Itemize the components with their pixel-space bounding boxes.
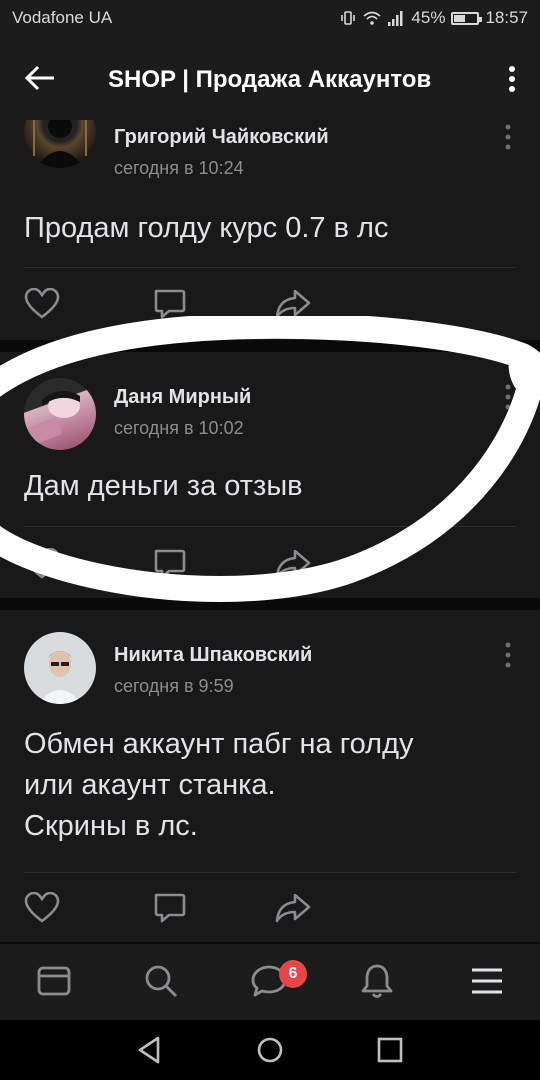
signal-icon bbox=[388, 11, 403, 26]
post-time: сегодня в 10:02 bbox=[114, 418, 244, 438]
status-bar: Vodafone UA 45% 18:57 bbox=[0, 0, 540, 36]
post-time: сегодня в 9:59 bbox=[114, 676, 234, 696]
comment-icon[interactable] bbox=[152, 548, 188, 580]
news-icon[interactable] bbox=[35, 962, 73, 1000]
post-author[interactable]: Григорий Чайковский bbox=[114, 126, 329, 149]
menu-icon[interactable] bbox=[468, 962, 506, 1000]
like-heart-icon[interactable] bbox=[24, 892, 60, 924]
post-text-line: или акаунт станка. bbox=[24, 769, 276, 801]
home-circle-icon[interactable] bbox=[254, 1034, 286, 1066]
post-text: Дам деньги за отзыв bbox=[24, 470, 303, 502]
post-text: Продам голду курс 0.7 в лс bbox=[24, 212, 389, 244]
post-card: Даня Мирный сегодня в 10:02 Дам деньги з… bbox=[0, 352, 540, 598]
wifi-icon bbox=[363, 11, 381, 25]
avatar-photo bbox=[28, 390, 80, 444]
share-icon[interactable] bbox=[275, 892, 311, 924]
avatar[interactable] bbox=[24, 632, 96, 704]
back-triangle-icon[interactable] bbox=[134, 1034, 166, 1066]
avatar-photo bbox=[38, 651, 82, 704]
avatar-silhouette bbox=[33, 120, 87, 168]
avatar[interactable] bbox=[24, 378, 96, 450]
post-author[interactable]: Даня Мирный bbox=[114, 386, 251, 409]
post-divider bbox=[24, 267, 516, 268]
like-heart-icon[interactable] bbox=[24, 548, 60, 580]
more-vertical-icon[interactable] bbox=[506, 64, 518, 94]
post-more-icon[interactable] bbox=[504, 124, 512, 150]
post-more-icon[interactable] bbox=[504, 384, 512, 410]
bell-icon[interactable] bbox=[358, 962, 396, 1000]
battery-percent: 45% bbox=[411, 8, 446, 27]
battery-icon bbox=[451, 11, 483, 25]
share-icon[interactable] bbox=[275, 288, 311, 320]
post-divider bbox=[24, 872, 516, 873]
battery-level bbox=[454, 14, 466, 22]
comment-icon[interactable] bbox=[152, 892, 188, 924]
post-card: Никита Шпаковский сегодня в 9:59 Обмен а… bbox=[0, 610, 540, 942]
back-arrow-icon[interactable] bbox=[22, 60, 58, 96]
post-divider bbox=[24, 526, 516, 527]
vibrate-icon bbox=[341, 11, 356, 25]
clock: 18:57 bbox=[485, 8, 528, 27]
comment-icon[interactable] bbox=[152, 288, 188, 320]
recents-square-icon[interactable] bbox=[374, 1034, 406, 1066]
post-more-icon[interactable] bbox=[504, 642, 512, 668]
post-text: Обмен аккаунт пабг на голду или акаунт с… bbox=[24, 724, 516, 847]
page-title: SHOP | Продажа Аккаунтов bbox=[108, 66, 432, 93]
messages-badge: 6 bbox=[279, 960, 307, 988]
post-text-line: Скрины в лс. bbox=[24, 810, 198, 842]
app-header: SHOP | Продажа Аккаунтов bbox=[0, 36, 540, 120]
search-icon[interactable] bbox=[142, 962, 180, 1000]
like-heart-icon[interactable] bbox=[24, 288, 60, 320]
post-author[interactable]: Никита Шпаковский bbox=[114, 644, 312, 667]
carrier-label: Vodafone UA bbox=[12, 8, 113, 27]
share-icon[interactable] bbox=[275, 548, 311, 580]
avatar[interactable] bbox=[24, 120, 96, 168]
news-feed: Григорий Чайковский сегодня в 10:24 Прод… bbox=[0, 120, 540, 942]
post-text-line: Обмен аккаунт пабг на голду bbox=[24, 728, 414, 760]
system-navigation bbox=[0, 1020, 540, 1080]
post-card: Григорий Чайковский сегодня в 10:24 Прод… bbox=[0, 120, 540, 340]
status-indicators: 45% 18:57 bbox=[339, 8, 528, 28]
post-time: сегодня в 10:24 bbox=[114, 158, 244, 178]
bottom-navigation bbox=[0, 944, 540, 1020]
